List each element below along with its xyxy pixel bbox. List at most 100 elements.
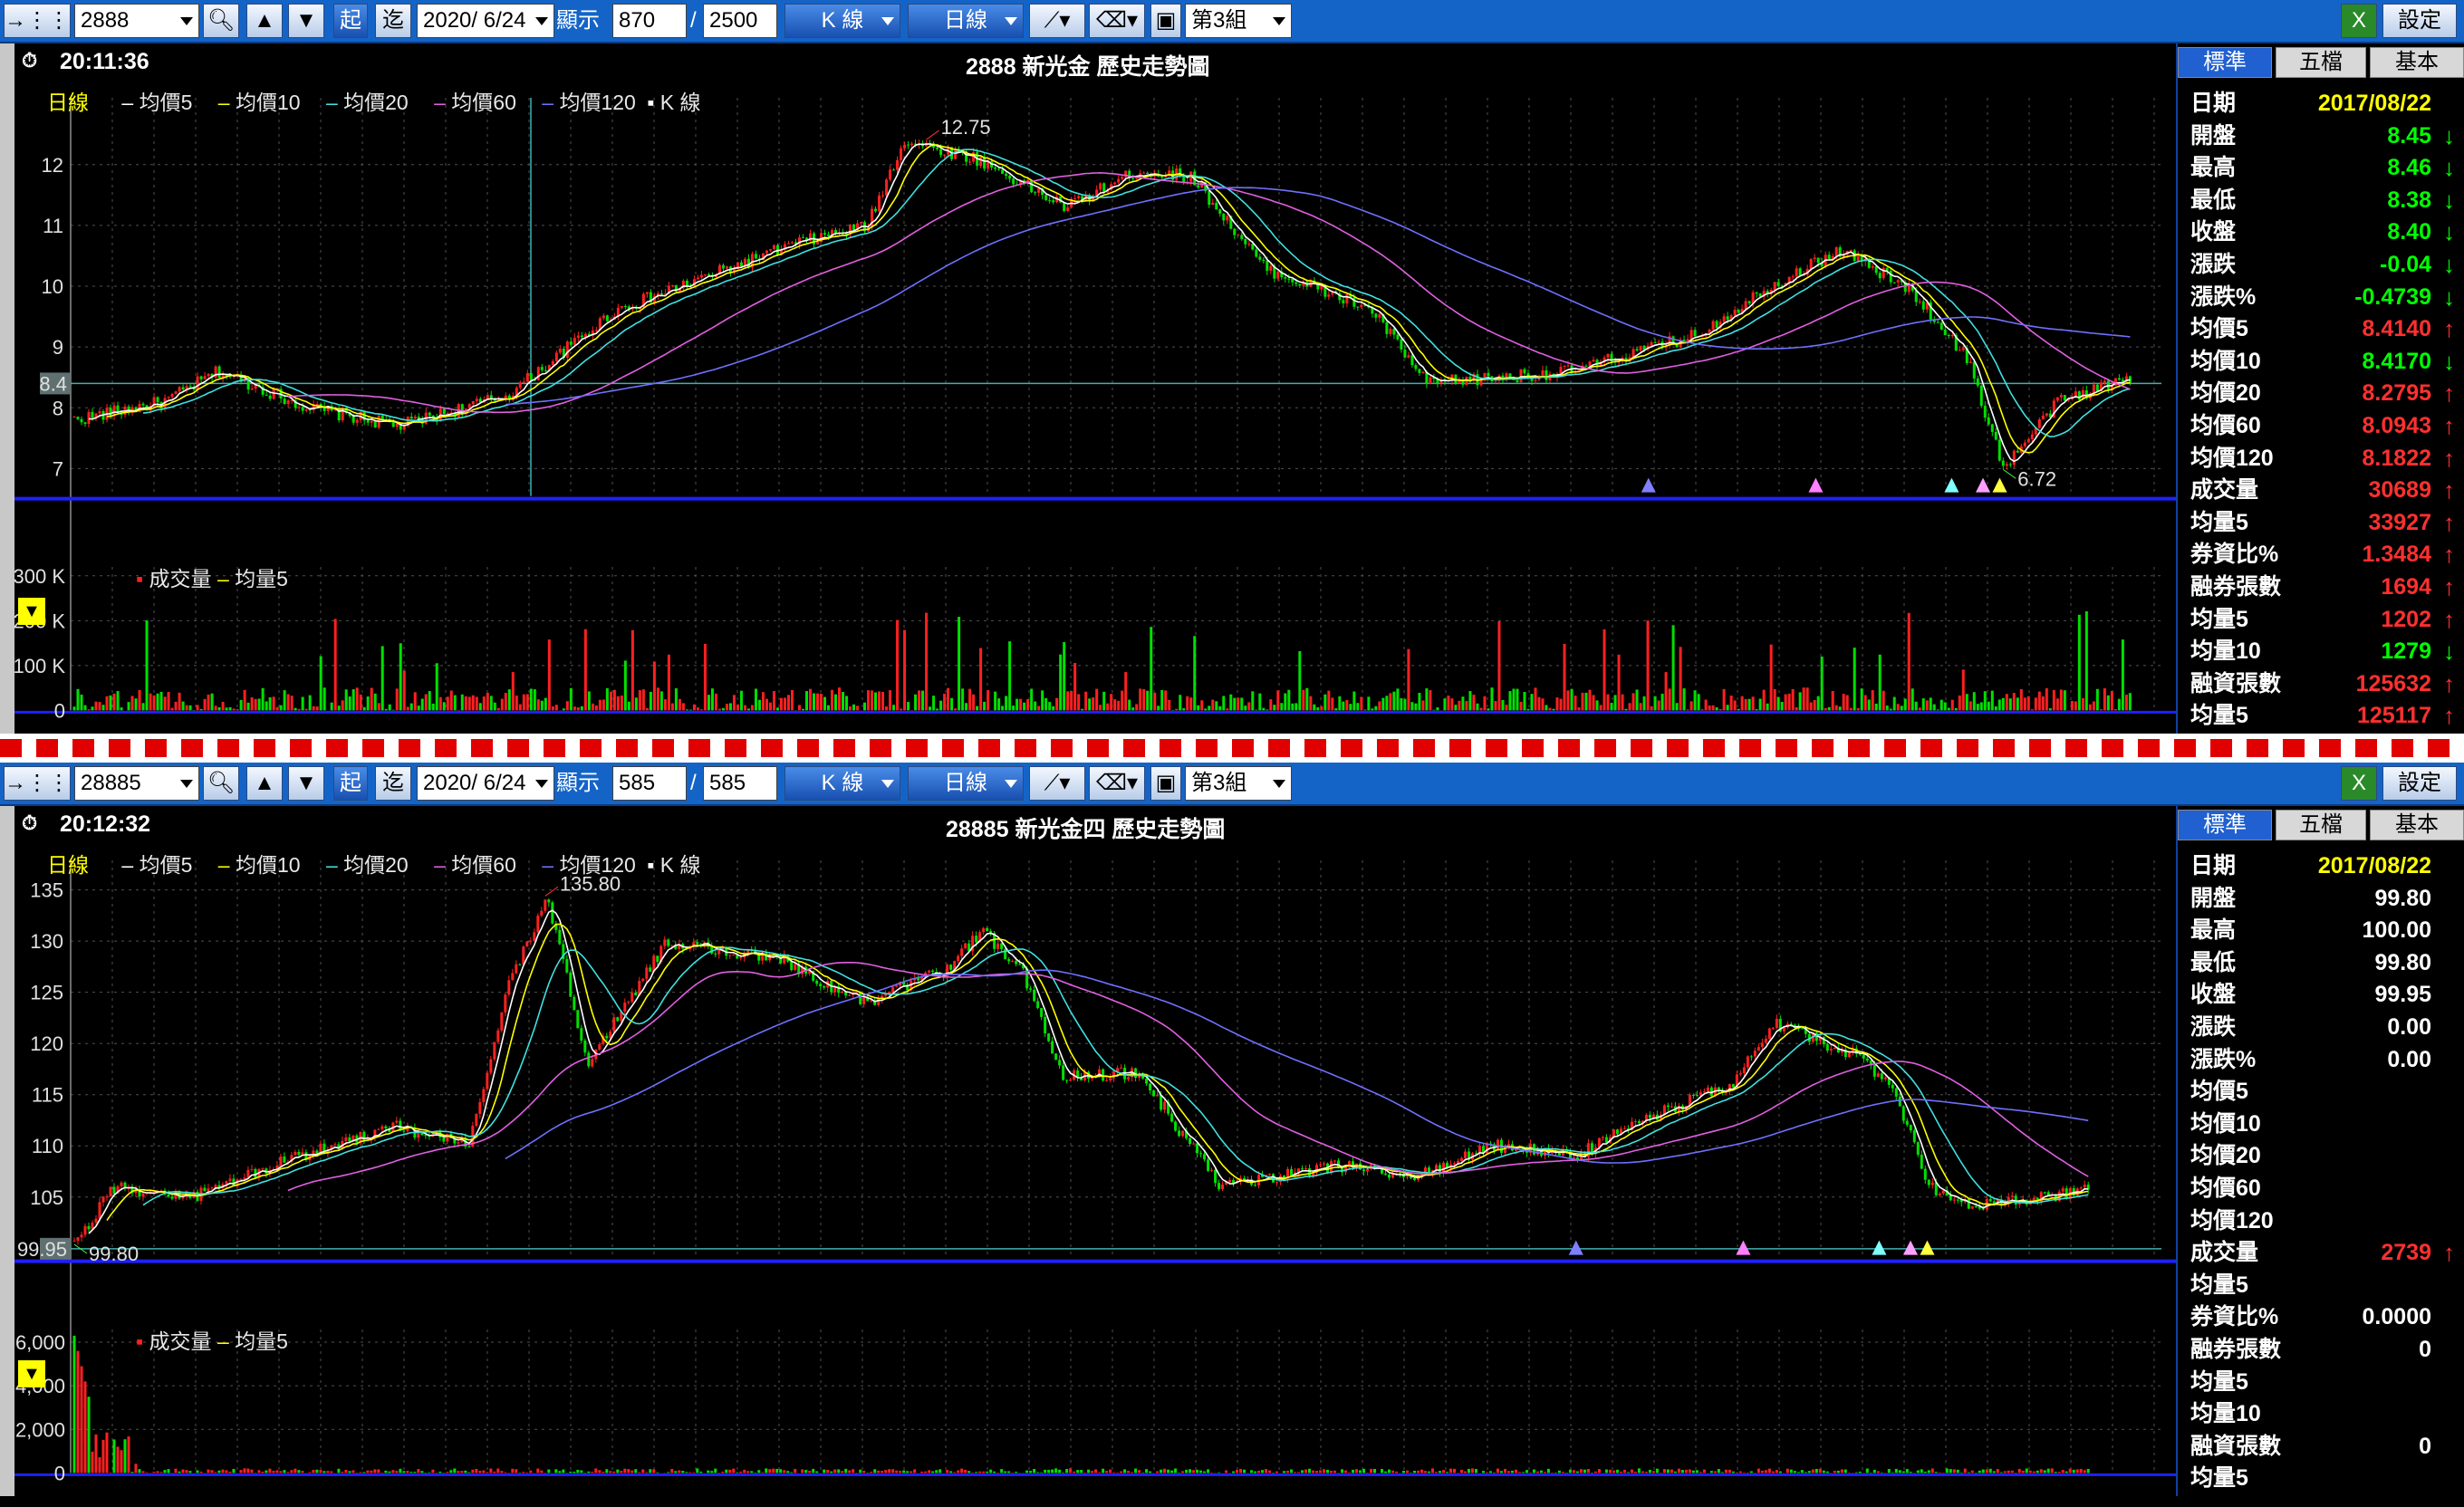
tab-standard[interactable]: 標準 [2178,47,2272,78]
volume-bar [134,1464,138,1473]
pane-separator[interactable] [0,734,2464,763]
volume-bar [1521,1472,1525,1473]
volume-bar [286,1472,290,1473]
chart-pane-bottom: →⋮⋮ 28885 🔍︎ ▲ ▼ 起 迄 2020/ 6/24 顯示 585 /… [0,763,2464,1496]
candle-body [1109,1078,1112,1080]
volume-bar [402,670,406,711]
volume-bar [746,708,750,711]
eraser-icon[interactable]: ⌫▾ [1089,4,1145,38]
display-count-input[interactable]: 585 [612,766,687,801]
up-icon[interactable]: ▲ [246,766,283,801]
candle-body [1207,1159,1210,1171]
menu-arrow-button[interactable]: →⋮⋮ [4,4,71,38]
date-picker[interactable]: 2020/ 6/24 [417,766,554,801]
search-icon[interactable]: 🔍︎ [203,4,239,38]
tab-basic[interactable]: 基本 [2370,810,2464,840]
excel-icon[interactable]: X [2341,766,2377,801]
left-gutter [0,806,14,1496]
volume-bar [1921,698,1925,711]
candle-body [141,403,145,406]
group-select[interactable]: 第3組 [1185,766,1292,801]
candle-body [1847,1052,1851,1058]
clock-icon[interactable]: ⏱ [22,811,37,835]
volume-bar [739,690,743,711]
search-icon[interactable]: 🔍︎ [203,766,239,801]
volume-bar [1744,698,1747,711]
volume-bar [301,1471,304,1473]
volume-bar [159,1472,163,1473]
date-picker[interactable]: 2020/ 6/24 [417,4,554,38]
display-count-input[interactable]: 870 [612,4,687,38]
symbol-select[interactable]: 28885 [74,766,199,801]
settings-button[interactable]: 設定 [2382,766,2457,801]
volume-bar [1766,703,1769,711]
candle-body [786,243,790,245]
clock-icon[interactable]: ⏱ [22,49,37,72]
group-select[interactable]: 第3組 [1185,4,1292,38]
chart-title: 28885 新光金四 歷史走勢圖 [946,817,1226,842]
draw-line-icon[interactable]: ⟋▾ [1029,4,1085,38]
end-button[interactable]: 迄 [375,4,411,38]
candle-body [587,1052,591,1067]
volume-bar [986,1471,989,1473]
end-button[interactable]: 迄 [375,766,411,801]
excel-icon[interactable]: X [2341,4,2377,38]
candle-body [1366,1168,1370,1172]
candle-body [1063,202,1066,212]
volume-bar [1805,687,1809,711]
quote-label: 融資張數 [2190,670,2282,696]
down-icon[interactable]: ▼ [288,4,324,38]
chart-legend: 日線 – 均價5 – 均價10 – 均價20 – 均價60 – 均價120 ▪ … [47,91,701,114]
volume-bar [2010,1470,2014,1473]
volume-bar [1315,1471,1319,1473]
tab-five-levels[interactable]: 五檔 [2276,47,2366,78]
tab-basic[interactable]: 基本 [2370,47,2464,78]
quote-row: 均價10 [2190,1108,2459,1140]
volume-bar [2003,1471,2007,1473]
volume-bar [801,708,804,711]
start-button[interactable]: 起 [333,766,368,801]
save-icon[interactable]: ▣ [1150,4,1181,38]
quote-label: 均價120 [2190,1207,2274,1233]
quote-label: 均量10 [2190,638,2261,665]
start-button[interactable]: 起 [333,4,368,38]
draw-line-icon[interactable]: ⟋▾ [1029,766,1085,801]
quote-row: 漲跌 0.00 [2190,1011,2459,1043]
save-icon[interactable]: ▣ [1150,766,1181,801]
volume-bar [1574,696,1577,711]
volume-bar [1642,696,1646,711]
settings-button[interactable]: 設定 [2382,4,2457,38]
volume-bar [786,1471,790,1473]
up-icon[interactable]: ▲ [246,4,283,38]
volume-bar [685,709,688,711]
period-dropdown[interactable]: 日線 [908,4,1024,38]
volume-bar [1950,699,1954,711]
symbol-select[interactable]: 2888 [74,4,199,38]
kline-dropdown[interactable]: K 線 [784,4,900,38]
volume-bar [849,706,852,711]
candle-body [1121,177,1124,179]
volume-bar [888,1469,891,1473]
volume-bar [457,709,460,711]
menu-arrow-button[interactable]: →⋮⋮ [4,766,71,801]
tab-five-levels[interactable]: 五檔 [2276,810,2366,840]
volume-bar [623,660,627,711]
candle-body [268,395,272,399]
candle-body [304,409,308,411]
candle-body [1947,334,1950,336]
tab-standard[interactable]: 標準 [2178,810,2272,840]
kline-dropdown[interactable]: K 線 [784,766,900,801]
candle-body [1383,1173,1387,1176]
down-icon[interactable]: ▼ [288,766,324,801]
candle-body [402,426,406,430]
total-count-input[interactable]: 585 [703,766,777,801]
collapse-icon[interactable]: ▼ [18,1360,45,1387]
candle-body [696,942,699,945]
collapse-icon[interactable]: ▼ [18,598,45,625]
symbol-value: 2888 [81,8,130,33]
total-count-input[interactable]: 2500 [703,4,777,38]
volume-bar [899,1471,902,1473]
eraser-icon[interactable]: ⌫▾ [1089,766,1145,801]
candle-body [1001,169,1005,174]
period-dropdown[interactable]: 日線 [908,766,1024,801]
